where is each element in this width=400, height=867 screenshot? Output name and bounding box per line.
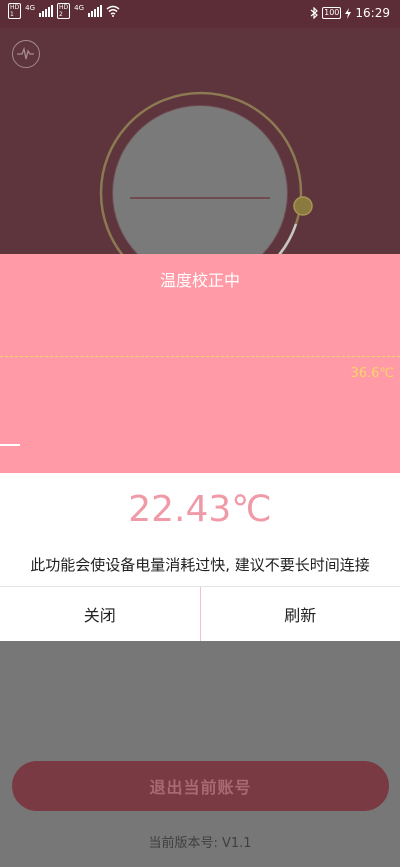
status-bar: HD 1 4G HD 2 4G 100 16:29 (0, 0, 400, 28)
charging-icon (345, 7, 352, 19)
temperature-gauge (99, 91, 313, 254)
sim2-icon: HD 2 (57, 3, 71, 19)
bluetooth-icon (310, 7, 319, 19)
app-header (0, 28, 400, 254)
reference-temp-label: 36.6℃ (350, 366, 394, 381)
network-type: 4G (25, 4, 36, 12)
battery-icon: 100 (322, 7, 342, 19)
signal-icon (39, 5, 54, 17)
version-label: 当前版本号: V1.1 (148, 836, 252, 851)
refresh-button[interactable]: 刷新 (199, 587, 400, 641)
signal-icon (88, 5, 103, 17)
calibration-dialog-body: 22.43℃ 此功能会使设备电量消耗过快, 建议不要长时间连接 关闭 刷新 (0, 473, 400, 641)
current-temperature: 22.43℃ (128, 489, 272, 530)
battery-warning: 此功能会使设备电量消耗过快, 建议不要长时间连接 (30, 556, 370, 574)
status-right: 100 16:29 (310, 6, 390, 20)
app-footer: 退出当前账号 当前版本号: V1.1 (0, 641, 400, 867)
calibration-dialog-header: 温度校正中 36.6℃ (0, 254, 400, 473)
dialog-title: 温度校正中 (159, 271, 240, 290)
close-button[interactable]: 关闭 (0, 587, 200, 641)
dialog-button-row: 关闭 刷新 (0, 586, 400, 641)
sim1-icon: HD 1 (8, 3, 22, 19)
logout-button[interactable]: 退出当前账号 (12, 761, 389, 811)
network-type: 4G (74, 4, 85, 12)
temperature-trace (0, 444, 20, 446)
status-left: HD 1 4G HD 2 4G (8, 3, 120, 19)
wifi-icon (106, 5, 120, 17)
clock: 16:29 (355, 6, 390, 20)
reference-temp-line (0, 356, 400, 357)
